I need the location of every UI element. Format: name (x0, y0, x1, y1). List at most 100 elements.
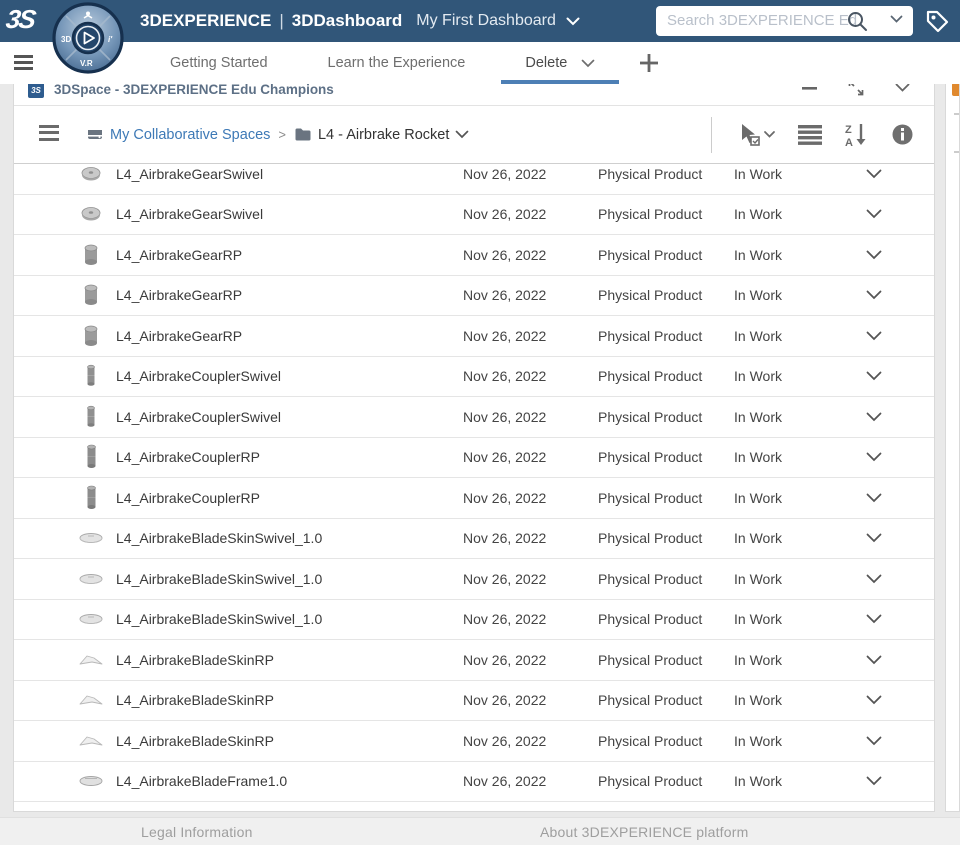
folder-dropdown-chevron-icon[interactable] (455, 130, 469, 139)
item-name[interactable]: L4_AirbrakeCouplerSwivel (116, 409, 463, 425)
table-row[interactable]: L4_AirbrakeCouplerSwivel Nov 26, 2022 Ph… (14, 397, 934, 438)
dassault-3ds-logo[interactable]: 3S (4, 4, 51, 38)
row-expand-chevron-icon[interactable] (834, 412, 914, 422)
dashboard-switch-chevron-icon[interactable] (566, 17, 580, 26)
table-row[interactable]: L4_AirbrakeCouplerRP Nov 26, 2022 Physic… (14, 478, 934, 519)
table-row[interactable]: L4_AirbrakeCouplerRP Nov 26, 2022 Physic… (14, 438, 934, 478)
legal-information-link[interactable]: Legal Information (141, 824, 253, 840)
table-row[interactable]: L4_AirbrakeGearRP Nov 26, 2022 Physical … (14, 276, 934, 316)
table-row[interactable]: L4_AirbrakeBladeSkinSwivel_1.0 Nov 26, 2… (14, 519, 934, 559)
table-row[interactable]: L4_AirbrakeCouplerSwivel Nov 26, 2022 Ph… (14, 357, 934, 397)
dashboard-menu-icon[interactable] (14, 55, 33, 70)
row-expand-chevron-icon[interactable] (834, 169, 914, 179)
item-name[interactable]: L4_AirbrakeGearRP (116, 287, 463, 303)
row-expand-chevron-icon[interactable] (834, 493, 914, 503)
row-expand-chevron-icon[interactable] (834, 452, 914, 462)
row-expand-chevron-icon[interactable] (834, 331, 914, 341)
search-scope-chevron-icon[interactable] (890, 15, 903, 24)
item-maturity-state: In Work (734, 611, 782, 628)
item-type: Physical Product (598, 570, 703, 587)
tab-getting-started[interactable]: Getting Started (140, 42, 298, 84)
row-expand-chevron-icon[interactable] (834, 655, 914, 665)
select-mode-icon[interactable] (738, 122, 776, 148)
app-title: 3DEXPERIENCE | 3DDashboard My First Dash… (140, 0, 580, 42)
item-name[interactable]: L4_AirbrakeBladeSkinRP (116, 692, 463, 708)
item-name[interactable]: L4_AirbrakeGearRP (116, 247, 463, 263)
svg-text:Z: Z (845, 124, 852, 136)
gear-rp-icon (76, 282, 106, 308)
table-row[interactable]: L4_AirbrakeBladeFrame1.0 Nov 26, 2022 Ph… (14, 762, 934, 802)
search-icon[interactable] (846, 10, 869, 33)
item-name[interactable]: L4_AirbrakeCouplerRP (116, 449, 463, 465)
svg-text:3D: 3D (61, 35, 71, 44)
3dspace-widget: 3S 3DSpace - 3DEXPERIENCE Edu Champions (13, 84, 935, 812)
item-maturity-state: In Work (734, 246, 782, 263)
collapse-widget-icon[interactable] (895, 84, 910, 93)
search-input[interactable]: Search 3DEXPERIENCE Ed (667, 12, 865, 29)
table-row[interactable]: L4_AirbrakeGearRP Nov 26, 2022 Physical … (14, 235, 934, 276)
sort-icon[interactable]: Z A (844, 122, 869, 148)
tags-icon[interactable] (921, 5, 953, 37)
item-maturity-state: In Work (734, 287, 782, 304)
table-row[interactable]: L4_AirbrakeBladeSkinSwivel_1.0 Nov 26, 2… (14, 559, 934, 600)
item-name[interactable]: L4_AirbrakeBladeSkinRP (116, 652, 463, 668)
row-expand-chevron-icon[interactable] (834, 574, 914, 584)
item-modified-date: Nov 26, 2022 (463, 489, 547, 506)
toolbar-actions: Z A (711, 106, 914, 163)
row-expand-chevron-icon[interactable] (834, 250, 914, 260)
table-row[interactable]: L4_AirbrakeBladeSkinRP Nov 26, 2022 Phys… (14, 721, 934, 762)
info-icon[interactable] (891, 123, 914, 146)
tab-delete[interactable]: Delete (495, 42, 625, 84)
dashboard-name[interactable]: My First Dashboard (416, 12, 556, 30)
breadcrumb-root-link[interactable]: My Collaborative Spaces (110, 127, 270, 143)
item-modified-date: Nov 26, 2022 (463, 206, 547, 223)
table-row[interactable]: L4_AirbrakeBladeSkinRP Nov 26, 2022 Phys… (14, 681, 934, 721)
about-platform-link[interactable]: About 3DEXPERIENCE platform (540, 824, 748, 840)
item-name[interactable]: L4_AirbrakeBladeSkinSwivel_1.0 (116, 571, 463, 587)
item-type: Physical Product (598, 206, 703, 223)
row-expand-chevron-icon[interactable] (834, 614, 914, 624)
item-name[interactable]: L4_AirbrakeBladeFrame1.0 (116, 773, 463, 789)
item-type: Physical Product (598, 732, 703, 749)
item-name[interactable]: L4_AirbrakeBladeSkinSwivel_1.0 (116, 530, 463, 546)
tab-learn-the-experience[interactable]: Learn the Experience (298, 42, 496, 84)
table-row[interactable]: L4_AirbrakeBladeSkinSwivel_1.0 Nov 26, 2… (14, 600, 934, 640)
tab-menu-chevron-icon[interactable] (581, 59, 595, 68)
item-type: Physical Product (598, 651, 703, 668)
minimize-icon[interactable] (802, 84, 817, 96)
item-name[interactable]: L4_AirbrakeGearSwivel (116, 206, 463, 222)
product-name: 3DEXPERIENCE (140, 11, 272, 30)
row-expand-chevron-icon[interactable] (834, 776, 914, 786)
row-expand-chevron-icon[interactable] (834, 736, 914, 746)
app-name: 3DDashboard (291, 11, 403, 30)
compass-icon[interactable]: 3D i' V.R (52, 2, 124, 74)
row-expand-chevron-icon[interactable] (834, 371, 914, 381)
item-name[interactable]: L4_AirbrakeCouplerRP (116, 490, 463, 506)
row-expand-chevron-icon[interactable] (834, 695, 914, 705)
widget-menu-icon[interactable] (39, 125, 59, 141)
item-name[interactable]: L4_AirbrakeCouplerSwivel (116, 368, 463, 384)
item-name[interactable]: L4_AirbrakeBladeSkinRP (116, 733, 463, 749)
add-tab-button[interactable] (625, 42, 673, 84)
breadcrumb-current-folder[interactable]: L4 - Airbrake Rocket (318, 127, 449, 143)
table-row[interactable]: L4_AirbrakeBladeSkinRP Nov 26, 2022 Phys… (14, 640, 934, 681)
table-row[interactable]: L4_AirbrakeGearRP Nov 26, 2022 Physical … (14, 316, 934, 357)
item-name[interactable]: L4_AirbrakeGearSwivel (116, 166, 463, 182)
top-bar: 3S 3D i' V.R 3DEXPERIENCE | 3DDashboard … (0, 0, 960, 74)
svg-text:V.R: V.R (80, 59, 93, 68)
table-row[interactable]: L4_AirbrakeGearSwivel Nov 26, 2022 Physi… (14, 164, 934, 195)
list-view-icon[interactable] (798, 124, 822, 146)
bladeskin-rp-icon (76, 728, 106, 754)
table-row[interactable]: L4_AirbrakeGearSwivel Nov 26, 2022 Physi… (14, 195, 934, 235)
row-expand-chevron-icon[interactable] (834, 209, 914, 219)
maximize-icon[interactable] (847, 84, 865, 97)
item-modified-date: Nov 26, 2022 (463, 611, 547, 628)
item-name[interactable]: L4_AirbrakeBladeSkinSwivel_1.0 (116, 611, 463, 627)
item-modified-date: Nov 26, 2022 (463, 287, 547, 304)
item-maturity-state: In Work (734, 206, 782, 223)
row-expand-chevron-icon[interactable] (834, 533, 914, 543)
item-name[interactable]: L4_AirbrakeGearRP (116, 328, 463, 344)
toolbar-divider (711, 116, 712, 153)
row-expand-chevron-icon[interactable] (834, 290, 914, 300)
global-search[interactable]: Search 3DEXPERIENCE Ed (656, 6, 913, 36)
